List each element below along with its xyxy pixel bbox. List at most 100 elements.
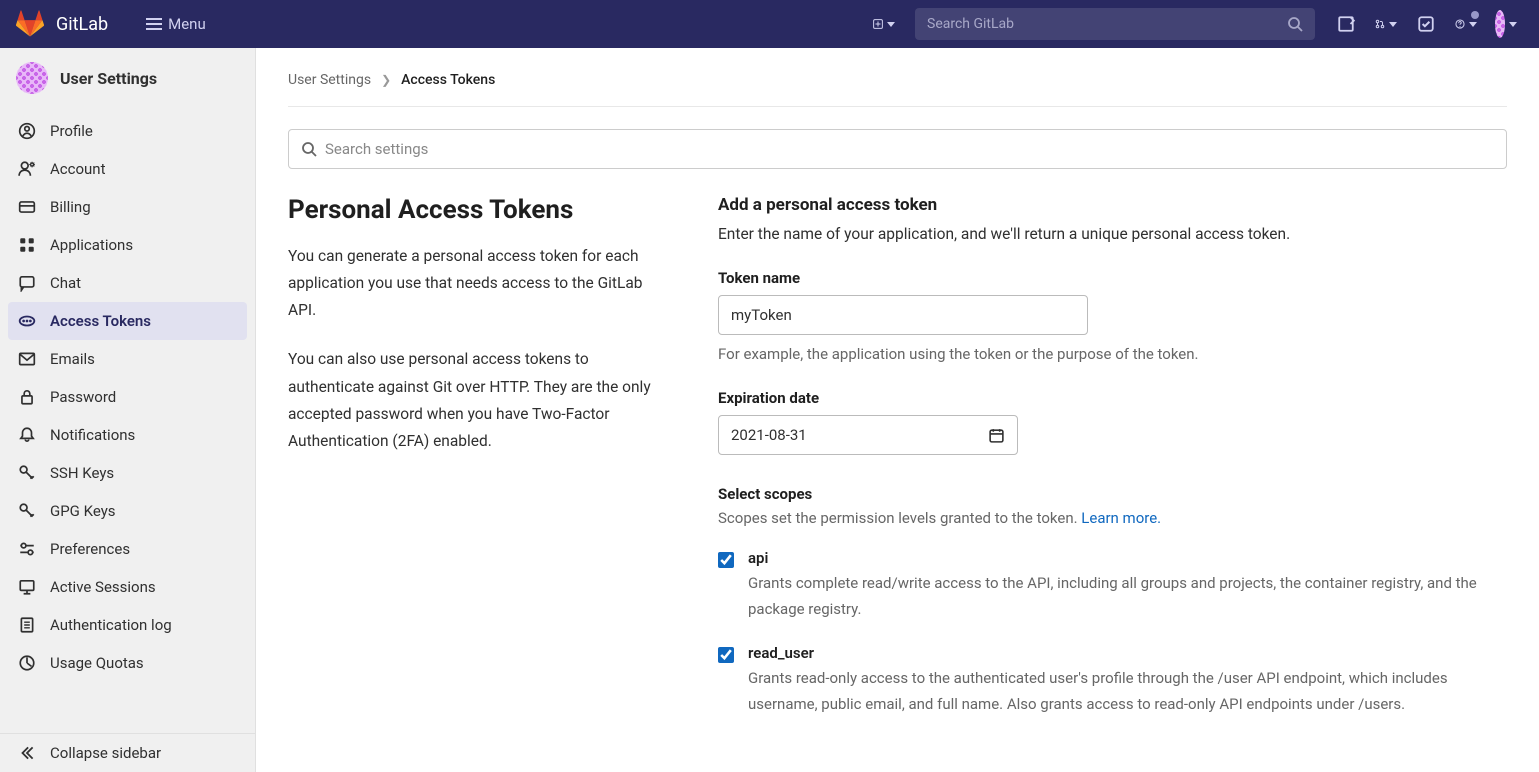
token-name-input[interactable]	[718, 295, 1088, 335]
sidebar-item-label: Applications	[50, 236, 133, 254]
token-name-label: Token name	[718, 269, 1507, 287]
issues-button[interactable]	[1329, 7, 1363, 41]
sidebar-item-label: Usage Quotas	[50, 654, 144, 672]
breadcrumb-current: Access Tokens	[401, 72, 495, 88]
sidebar-item-usage-quotas[interactable]: Usage Quotas	[8, 644, 247, 682]
chevron-down-icon	[1509, 22, 1517, 27]
scope-desc: Grants read-only access to the authentic…	[748, 666, 1507, 717]
chevron-down-icon	[1469, 22, 1477, 27]
profile-icon	[18, 122, 36, 140]
sidebar-item-authentication-log[interactable]: Authentication log	[8, 606, 247, 644]
scope-item-read-user: read_user Grants read-only access to the…	[718, 644, 1507, 717]
navbar-title[interactable]: GitLab	[56, 14, 108, 35]
account-icon	[18, 160, 36, 178]
search-icon	[1287, 16, 1303, 32]
sidebar-item-applications[interactable]: Applications	[8, 226, 247, 264]
sidebar-item-label: Emails	[50, 350, 95, 368]
expiration-label: Expiration date	[718, 389, 1507, 407]
settings-search[interactable]	[288, 129, 1507, 169]
notification-dot	[1471, 11, 1479, 19]
log-icon	[18, 616, 36, 634]
sidebar-item-label: Chat	[50, 274, 81, 292]
sidebar-item-label: Account	[50, 160, 106, 178]
bell-icon	[18, 426, 36, 444]
navbar: GitLab Menu	[0, 0, 1539, 48]
scope-name: api	[748, 549, 1507, 567]
sidebar-item-password[interactable]: Password	[8, 378, 247, 416]
global-search[interactable]	[915, 8, 1315, 40]
sidebar-item-billing[interactable]: Billing	[8, 188, 247, 226]
gitlab-logo-icon[interactable]	[16, 10, 44, 38]
sidebar-item-ssh-keys[interactable]: SSH Keys	[8, 454, 247, 492]
email-icon	[18, 350, 36, 368]
scope-desc: Grants complete read/write access to the…	[748, 571, 1507, 622]
learn-more-link[interactable]: Learn more.	[1081, 509, 1161, 527]
chevron-down-icon	[1389, 22, 1397, 27]
scope-item-api: api Grants complete read/write access to…	[718, 549, 1507, 622]
sidebar-item-gpg-keys[interactable]: GPG Keys	[8, 492, 247, 530]
search-input[interactable]	[927, 16, 1287, 32]
sidebar-item-label: Notifications	[50, 426, 135, 444]
breadcrumb-parent[interactable]: User Settings	[288, 72, 371, 88]
todos-button[interactable]	[1409, 7, 1443, 41]
sidebar: User Settings Profile Account Billing Ap…	[0, 48, 256, 772]
sidebar-item-account[interactable]: Account	[8, 150, 247, 188]
sidebar-item-profile[interactable]: Profile	[8, 112, 247, 150]
search-icon	[301, 141, 317, 157]
sidebar-item-label: Password	[50, 388, 116, 406]
settings-search-input[interactable]	[325, 140, 1494, 158]
avatar-icon	[1495, 10, 1505, 38]
form-heading: Add a personal access token	[718, 195, 1507, 215]
applications-icon	[18, 236, 36, 254]
avatar-icon	[16, 62, 48, 94]
billing-icon	[18, 198, 36, 216]
chevron-down-icon	[887, 22, 895, 27]
sidebar-title: User Settings	[60, 69, 157, 88]
scope-checkbox-api[interactable]	[718, 552, 734, 568]
sidebar-item-label: Access Tokens	[50, 312, 151, 330]
sidebar-item-access-tokens[interactable]: Access Tokens	[8, 302, 247, 340]
sidebar-header[interactable]: User Settings	[0, 48, 255, 108]
new-dropdown[interactable]	[867, 7, 901, 41]
sidebar-item-chat[interactable]: Chat	[8, 264, 247, 302]
key-icon	[18, 464, 36, 482]
preferences-icon	[18, 540, 36, 558]
token-name-help: For example, the application using the t…	[718, 345, 1507, 363]
sidebar-item-label: GPG Keys	[50, 502, 116, 520]
sidebar-item-label: Profile	[50, 122, 93, 140]
page-title: Personal Access Tokens	[288, 195, 668, 225]
collapse-icon	[18, 744, 36, 762]
sidebar-item-label: Active Sessions	[50, 578, 156, 596]
scope-checkbox-read-user[interactable]	[718, 647, 734, 663]
sidebar-item-active-sessions[interactable]: Active Sessions	[8, 568, 247, 606]
monitor-icon	[18, 578, 36, 596]
form-desc: Enter the name of your application, and …	[718, 225, 1507, 243]
expiration-input-wrap[interactable]	[718, 415, 1018, 455]
hamburger-icon	[146, 23, 162, 25]
chevron-right-icon: ❯	[381, 73, 391, 87]
sidebar-item-notifications[interactable]: Notifications	[8, 416, 247, 454]
lock-icon	[18, 388, 36, 406]
help-dropdown[interactable]	[1449, 7, 1483, 41]
sidebar-item-label: SSH Keys	[50, 464, 114, 482]
user-menu[interactable]	[1489, 7, 1523, 41]
sidebar-item-label: Authentication log	[50, 616, 172, 634]
sidebar-item-preferences[interactable]: Preferences	[8, 530, 247, 568]
menu-label: Menu	[168, 15, 206, 33]
scope-name: read_user	[748, 644, 1507, 662]
quota-icon	[18, 654, 36, 672]
collapse-label: Collapse sidebar	[50, 744, 161, 762]
intro-paragraph: You can also use personal access tokens …	[288, 346, 668, 455]
sidebar-item-label: Billing	[50, 198, 91, 216]
menu-button[interactable]: Menu	[136, 9, 216, 39]
intro-paragraph: You can generate a personal access token…	[288, 243, 668, 324]
expiration-input[interactable]	[731, 426, 980, 444]
breadcrumb: User Settings ❯ Access Tokens	[288, 72, 1507, 107]
collapse-sidebar[interactable]: Collapse sidebar	[0, 733, 255, 772]
merge-requests-dropdown[interactable]	[1369, 7, 1403, 41]
sidebar-item-emails[interactable]: Emails	[8, 340, 247, 378]
calendar-icon[interactable]	[988, 427, 1005, 444]
sidebar-item-label: Preferences	[50, 540, 130, 558]
token-icon	[18, 312, 36, 330]
main-content: User Settings ❯ Access Tokens Personal A…	[256, 48, 1539, 772]
